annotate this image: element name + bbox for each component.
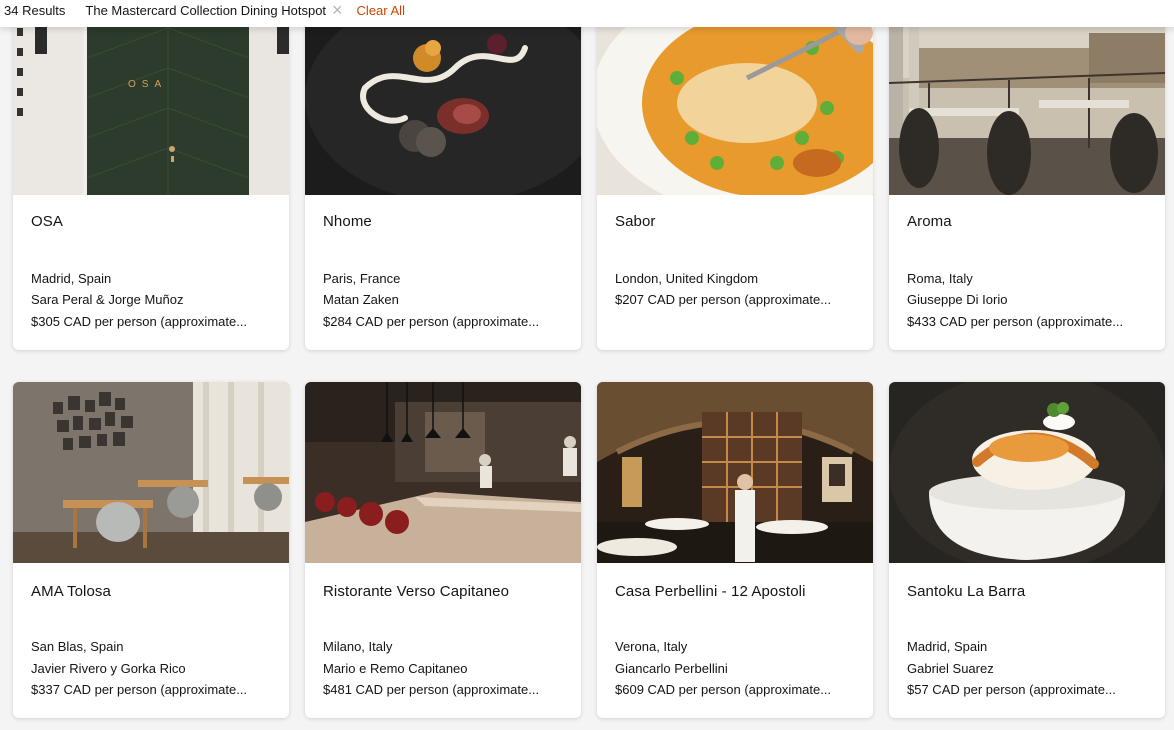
restaurant-name: Sabor (615, 213, 656, 230)
restaurant-name: Aroma (907, 213, 952, 230)
restaurant-chef: Matan Zaken (323, 292, 399, 307)
restaurant-card[interactable]: AMA Tolosa San Blas, Spain Javier Rivero… (13, 382, 289, 718)
filter-chip[interactable]: The Mastercard Collection Dining Hotspot… (85, 1, 342, 19)
restaurant-card[interactable]: Casa Perbellini - 12 Apostoli Verona, It… (597, 382, 873, 718)
restaurant-location: London, United Kingdom (615, 271, 759, 286)
restaurant-price: $57 CAD per person (approximate... (907, 682, 1116, 697)
results-count: 34 Results (4, 2, 66, 18)
restaurant-grid: OSA OSA Madrid, Spain Sara Peral & Jorge… (0, 0, 1174, 730)
restaurant-chef: Mario e Remo Capitaneo (323, 661, 468, 676)
restaurant-image (889, 382, 1165, 563)
restaurant-card[interactable]: Nhome Paris, France Matan Zaken $284 CAD… (305, 0, 581, 350)
restaurant-image (305, 382, 581, 563)
restaurant-image (305, 0, 581, 195)
restaurant-location: San Blas, Spain (31, 639, 124, 654)
restaurant-price: $433 CAD per person (approximate... (907, 314, 1124, 329)
restaurant-card[interactable]: Aroma Roma, Italy Giuseppe Di Iorio $433… (889, 0, 1165, 350)
restaurant-location: Milano, Italy (323, 639, 393, 654)
restaurant-name: Nhome (323, 213, 372, 230)
restaurant-name: Casa Perbellini - 12 Apostoli (615, 583, 806, 600)
door-sign-text: OSA (128, 79, 167, 90)
restaurant-name: OSA (31, 213, 63, 230)
restaurant-name: Santoku La Barra (907, 583, 1026, 600)
restaurant-location: Madrid, Spain (31, 271, 112, 286)
restaurant-price: $481 CAD per person (approximate... (323, 682, 540, 697)
restaurant-price: $305 CAD per person (approximate... (31, 314, 248, 329)
restaurant-location: Paris, France (323, 271, 401, 286)
restaurant-card[interactable]: Sabor London, United Kingdom $207 CAD pe… (597, 0, 873, 350)
restaurant-name: AMA Tolosa (31, 583, 111, 600)
restaurant-location: Roma, Italy (907, 271, 973, 286)
restaurant-location: Verona, Italy (615, 639, 688, 654)
restaurant-card[interactable]: Santoku La Barra Madrid, Spain Gabriel S… (889, 382, 1165, 718)
restaurant-location: Madrid, Spain (907, 639, 988, 654)
restaurant-image (889, 0, 1165, 195)
restaurant-image (13, 382, 289, 563)
restaurant-chef: Gabriel Suarez (907, 661, 994, 676)
restaurant-image (597, 0, 873, 195)
close-icon[interactable]: × (332, 1, 343, 19)
filter-bar: 34 Results The Mastercard Collection Din… (0, 0, 1174, 27)
restaurant-card[interactable]: Ristorante Verso Capitaneo Milano, Italy… (305, 382, 581, 718)
restaurant-price: $337 CAD per person (approximate... (31, 682, 248, 697)
restaurant-chef: Giancarlo Perbellini (615, 661, 728, 676)
restaurant-chef: Giuseppe Di Iorio (907, 292, 1008, 307)
restaurant-chef: Javier Rivero y Gorka Rico (31, 661, 186, 676)
restaurant-price: $609 CAD per person (approximate... (615, 682, 832, 697)
restaurant-card[interactable]: OSA OSA Madrid, Spain Sara Peral & Jorge… (13, 0, 289, 350)
filter-chip-label: The Mastercard Collection Dining Hotspot (85, 2, 327, 18)
clear-all-link[interactable]: Clear All (357, 3, 405, 18)
restaurant-chef: Sara Peral & Jorge Muñoz (31, 292, 184, 307)
restaurant-price: $207 CAD per person (approximate... (615, 292, 832, 307)
restaurant-image: OSA (13, 0, 289, 195)
restaurant-price: $284 CAD per person (approximate... (323, 314, 540, 329)
restaurant-image (597, 382, 873, 563)
restaurant-name: Ristorante Verso Capitaneo (323, 583, 510, 600)
